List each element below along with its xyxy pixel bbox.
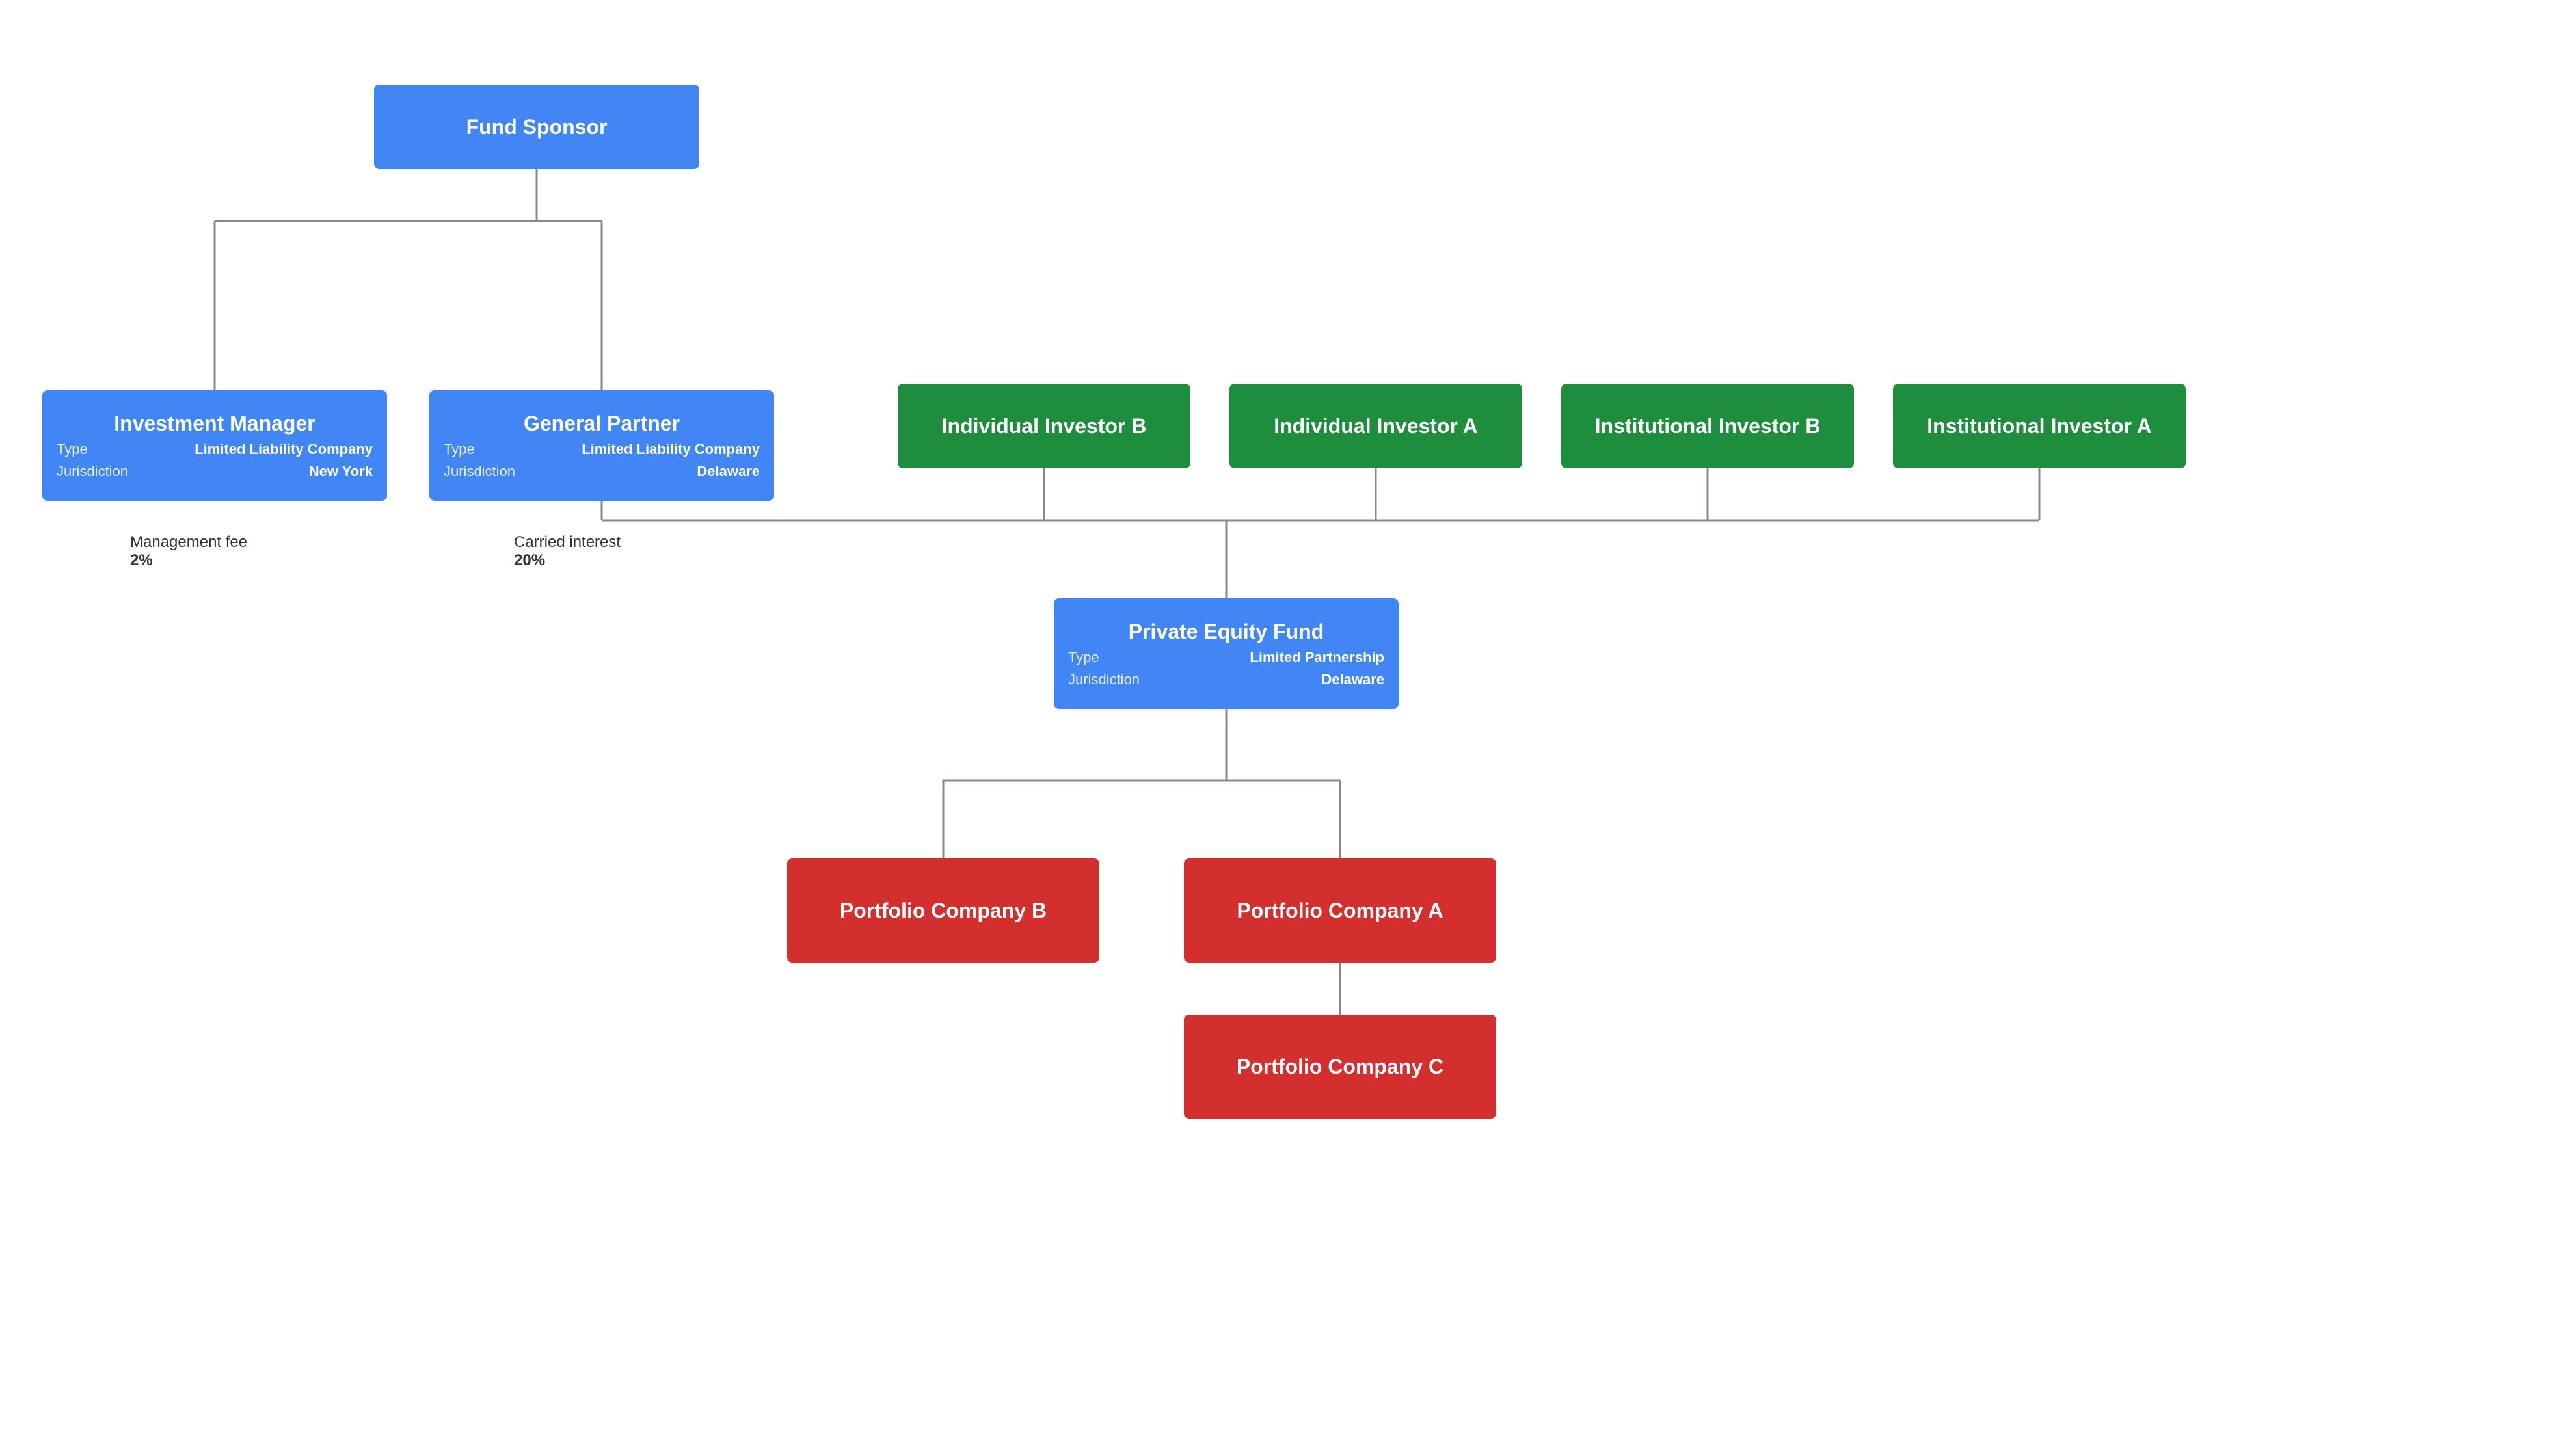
pef-type-detail: Type Limited Partnership	[1068, 649, 1384, 666]
gp-type-label: Type	[444, 441, 475, 458]
gp-jurisdiction-detail: Jurisdiction Delaware	[444, 463, 760, 480]
portfolio-company-b-node[interactable]: Portfolio Company B	[787, 858, 1099, 963]
investment-manager-title: Investment Manager	[114, 412, 315, 436]
institutional-investor-a-title: Institutional Investor A	[1927, 414, 2152, 438]
individual-investor-a-title: Individual Investor A	[1274, 414, 1478, 438]
pef-title: Private Equity Fund	[1129, 620, 1324, 644]
management-fee-label: Management fee	[130, 533, 247, 551]
pef-type-value: Limited Partnership	[1250, 649, 1384, 666]
gp-type-detail: Type Limited Liability Company	[444, 441, 760, 458]
gp-type-value: Limited Liability Company	[582, 441, 760, 458]
fund-sponsor-node[interactable]: Fund Sponsor	[374, 85, 699, 169]
individual-investor-a-node[interactable]: Individual Investor A	[1229, 384, 1522, 468]
carried-interest-label: Carried interest	[514, 533, 621, 551]
pcc-title: Portfolio Company C	[1237, 1055, 1443, 1079]
general-partner-node[interactable]: General Partner Type Limited Liability C…	[429, 390, 774, 501]
individual-investor-b-node[interactable]: Individual Investor B	[898, 384, 1190, 468]
portfolio-company-a-node[interactable]: Portfolio Company A	[1184, 858, 1496, 963]
gp-jurisdiction-value: Delaware	[697, 463, 760, 480]
pca-title: Portfolio Company A	[1237, 899, 1443, 923]
carried-interest-annotation: Carried interest 20%	[514, 533, 621, 570]
im-type-value: Limited Liability Company	[195, 441, 373, 458]
im-jurisdiction-value: New York	[309, 463, 373, 480]
carried-interest-value: 20%	[514, 552, 621, 570]
portfolio-company-c-node[interactable]: Portfolio Company C	[1184, 1015, 1496, 1119]
gp-jurisdiction-label: Jurisdiction	[444, 463, 515, 480]
general-partner-title: General Partner	[524, 412, 680, 436]
investment-manager-detail: Type Limited Liability Company	[57, 441, 373, 458]
pef-jurisdiction-value: Delaware	[1321, 671, 1384, 688]
pef-type-label: Type	[1068, 649, 1099, 666]
institutional-investor-b-title: Institutional Investor B	[1595, 414, 1821, 438]
pef-jurisdiction-detail: Jurisdiction Delaware	[1068, 671, 1384, 688]
management-fee-annotation: Management fee 2%	[130, 533, 247, 570]
pef-jurisdiction-label: Jurisdiction	[1068, 671, 1140, 688]
im-jurisdiction-label: Jurisdiction	[57, 463, 128, 480]
pcb-title: Portfolio Company B	[840, 899, 1047, 923]
management-fee-value: 2%	[130, 552, 247, 570]
fund-sponsor-title: Fund Sponsor	[466, 115, 608, 139]
institutional-investor-a-node[interactable]: Institutional Investor A	[1893, 384, 2186, 468]
investment-manager-node[interactable]: Investment Manager Type Limited Liabilit…	[42, 390, 387, 501]
investment-manager-jurisdiction: Jurisdiction New York	[57, 463, 373, 480]
private-equity-fund-node[interactable]: Private Equity Fund Type Limited Partner…	[1054, 598, 1399, 709]
im-type-label: Type	[57, 441, 88, 458]
individual-investor-b-title: Individual Investor B	[942, 414, 1147, 438]
institutional-investor-b-node[interactable]: Institutional Investor B	[1561, 384, 1854, 468]
